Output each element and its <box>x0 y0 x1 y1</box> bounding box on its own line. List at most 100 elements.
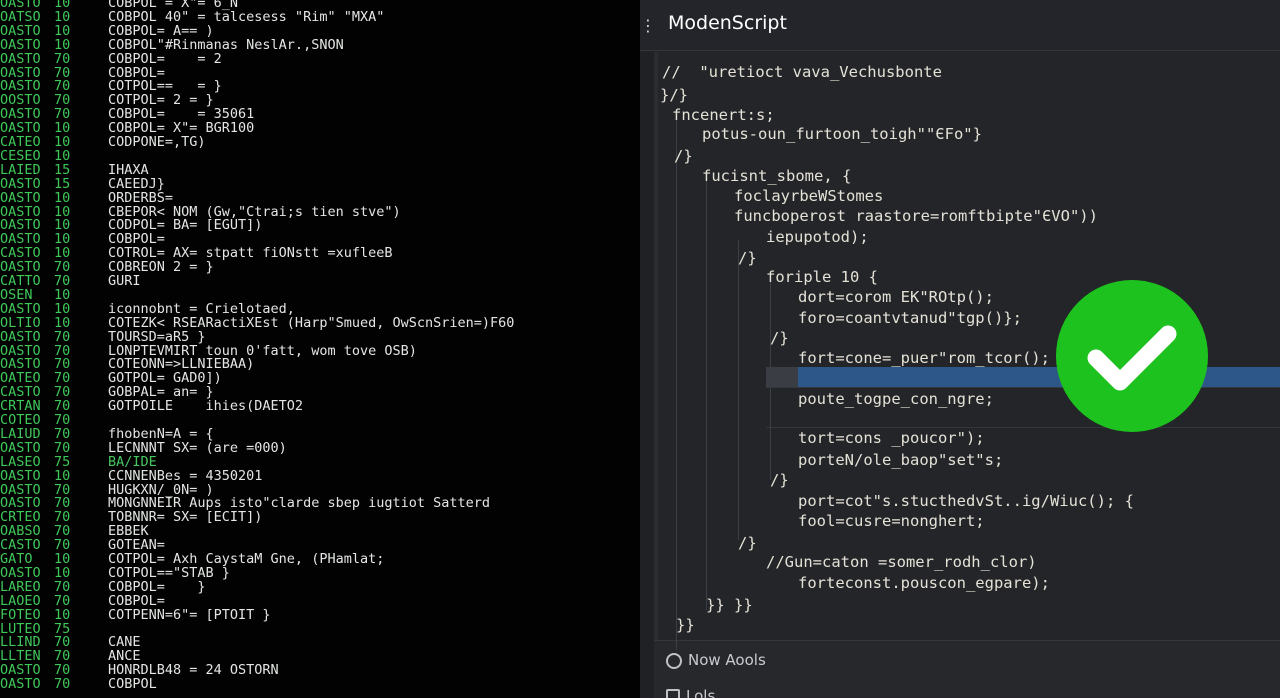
terminal-line-code: COBPOL= X"= BGR100 <box>108 120 255 137</box>
terminal-line-code: BA/IDE <box>108 453 157 470</box>
code-line[interactable]: fucisnt_sbome, { <box>702 166 851 186</box>
terminal-line: OASTO 70 HUGKXN/_0N= ) <box>0 483 640 497</box>
terminal-line-code: CAEEDJ} <box>108 175 165 192</box>
terminal-line-code: COTPOL= Axh CaystaM Gne, (PHamlat; <box>108 551 385 567</box>
terminal-line-tag: OASTO <box>0 467 41 484</box>
code-line[interactable]: foriple 10 { <box>766 267 878 287</box>
code-line[interactable]: /} <box>674 146 693 166</box>
terminal-line-number: 70 <box>54 92 71 109</box>
terminal-line-tag: OASTO <box>0 78 41 95</box>
terminal-line-tag: LLIND <box>0 634 41 651</box>
code-line[interactable]: fort=cone=_puer"rom_tcor(); <box>798 348 1050 368</box>
terminal-line-code: COTPOL= 2 = } <box>108 92 214 109</box>
terminal-line-tag: CASTO <box>0 384 41 401</box>
terminal-line: CRTAN 70 GOTPOILE ihies(DAETO2 <box>0 399 640 413</box>
code-line[interactable]: funcboperost raastore=romftbipte"ЄVO")) <box>734 206 1098 226</box>
terminal-line: FOTEO 10 COTPENN=6"= [PTOIT } <box>0 608 640 622</box>
terminal-line-number: 70 <box>54 64 71 81</box>
terminal-line-code: COBPOL= = 35061 <box>108 106 255 123</box>
terminal-line: OASTO 70 TOURSD=aR5 } <box>0 330 640 344</box>
terminal-line-tag: OASTO <box>0 342 41 359</box>
code-line[interactable]: poute_togpe_con_ngre; <box>798 389 994 409</box>
code-line[interactable]: iepupotod); <box>766 227 869 247</box>
terminal-line-tag: OASTO <box>0 189 41 206</box>
terminal-line-code: GOTPOILE ihies(DAETO2 <box>108 398 304 415</box>
terminal-line-code: GOTPOL= GAD0]) <box>108 370 222 387</box>
code-line[interactable]: forteconst.pouscon_egpare); <box>798 573 1050 593</box>
terminal-line: CASTO 70 GOTEAN= <box>0 538 640 552</box>
code-line[interactable]: /} <box>770 470 789 490</box>
code-line[interactable]: foclayrbeWStomes <box>734 186 883 206</box>
terminal-line: CESEO 10 <box>0 149 640 163</box>
terminal-line-code: GOBPAL= an= } <box>108 384 214 401</box>
terminal-line-number: 10 <box>54 300 71 317</box>
terminal-line: OATSO 10 COBPOL 40" = talcesess "Rim" "MXA… <box>0 10 640 24</box>
terminal-line: OASTO 70 MONGNNEIR Aups isto"clarde sbep i… <box>0 496 640 510</box>
terminal-line-code: COTPENN=6"= [PTOIT } <box>108 606 271 623</box>
terminal-line-tag: LAIED <box>0 161 41 178</box>
code-line[interactable]: }/} <box>660 85 688 105</box>
terminal-line-code: CODPONE=,TG) <box>108 134 206 150</box>
terminal-line-number: 70 <box>54 523 71 540</box>
terminal-line-number: 10 <box>54 231 71 248</box>
now-radio-button[interactable] <box>666 653 682 669</box>
terminal-line-code: COTEZK< RSEARactiXEst (Harp"Smued, OwScn… <box>108 314 515 331</box>
terminal-line-tag: LLTEN <box>0 648 41 665</box>
terminal-line-code: GOTEAN= <box>108 537 165 554</box>
code-line[interactable]: }} <box>676 615 695 635</box>
terminal-line-number: 10 <box>54 22 71 39</box>
code-line[interactable]: tort=cons _poucor"); <box>798 428 985 448</box>
terminal-line: LASEO 75 BA/IDE <box>0 455 640 469</box>
terminal-line-number: 70 <box>54 342 71 359</box>
terminal-line-tag: OABSO <box>0 523 41 540</box>
terminal-line-tag: LUTEO <box>0 620 41 637</box>
terminal-line: OASTO 10 iconnobnt = Crielotaed, <box>0 302 640 316</box>
code-line[interactable]: /} <box>738 533 757 553</box>
terminal-line: OABSO 70 EBBEK <box>0 524 640 538</box>
terminal-line-code: iconnobnt = Crielotaed, <box>108 300 295 317</box>
code-line[interactable]: porteN/ole_baop"set"s; <box>798 450 1003 470</box>
terminal-line-number: 10 <box>54 8 71 25</box>
terminal-line-tag: LAREO <box>0 578 41 595</box>
code-line[interactable]: //Gun=caton =somer_rodh_clor) <box>766 552 1037 572</box>
terminal-line: OASTO 70 COTPOL== = } <box>0 79 640 93</box>
hamburger-menu-icon[interactable]: ⋮ <box>640 16 656 35</box>
code-line[interactable]: /} <box>738 248 757 268</box>
terminal-line-tag: OASTO <box>0 439 41 456</box>
code-line[interactable]: foro=coantvtanud"tgp()}; <box>798 308 1022 328</box>
terminal-line-number: 70 <box>54 356 71 373</box>
current-line-marker <box>766 367 798 387</box>
terminal-line: LLIND 70 CANE <box>0 635 640 649</box>
code-line[interactable]: fncenert:s; <box>672 105 775 125</box>
terminal-line-tag: CATEO <box>0 134 41 150</box>
code-line[interactable]: dort=corom EK"ROtp(); <box>798 287 994 307</box>
gutter <box>654 52 658 640</box>
terminal-line-tag: CESEO <box>0 147 41 164</box>
terminal-line: OASTO 10 COBPOL"#Rinmanas NeslAr.,SNON <box>0 38 640 52</box>
code-line[interactable]: potus-oun_furtoon_toigh""ЄFo"} <box>702 124 982 144</box>
code-line[interactable]: port=cot"s.stucthedvSt..ig/Wiuc(); { <box>798 491 1134 511</box>
terminal-line: OOSTO 70 COTPOL= 2 = } <box>0 93 640 107</box>
code-line[interactable]: fool=cusre=nonghert; <box>798 511 985 531</box>
terminal-line-tag: OLTIO <box>0 314 41 331</box>
terminal-line-number: 70 <box>54 592 71 609</box>
code-line[interactable]: // "uretioct vava_Vechusbonte <box>662 62 942 82</box>
terminal-line-tag: OASTO <box>0 120 41 137</box>
terminal-line-tag: COTEO <box>0 412 41 428</box>
lols-checkbox[interactable] <box>666 689 680 698</box>
terminal-line: OASTO 70 LECNNNT SX= (are =000) <box>0 441 640 455</box>
terminal-line-number: 75 <box>54 620 71 637</box>
terminal-line: OASTO 10 COTPOL=="STAB } <box>0 566 640 580</box>
terminal-line-number: 10 <box>54 606 71 623</box>
terminal-line-number: 70 <box>54 537 71 554</box>
terminal-line: OLTIO 10 COTEZK< RSEARactiXEst (Harp"Smued… <box>0 316 640 330</box>
code-line[interactable]: /} <box>770 328 789 348</box>
terminal-line-number: 70 <box>54 676 71 693</box>
terminal-line: OASTO 10 CODPOL= BA= [EGUT]) <box>0 218 640 232</box>
code-line[interactable]: }} }} <box>706 595 753 615</box>
terminal-line-number: 70 <box>54 78 71 95</box>
terminal-line: OASTO 70 LONPTEVMIRT toun 0'fatt, wom tove… <box>0 344 640 358</box>
terminal-panel[interactable]: OASTO 10 COBPOL = X"= 6_N OATSO 10 COBPOL 40"… <box>0 0 640 698</box>
terminal-line-number: 10 <box>54 36 71 53</box>
terminal-line-tag: OASTO <box>0 481 41 498</box>
